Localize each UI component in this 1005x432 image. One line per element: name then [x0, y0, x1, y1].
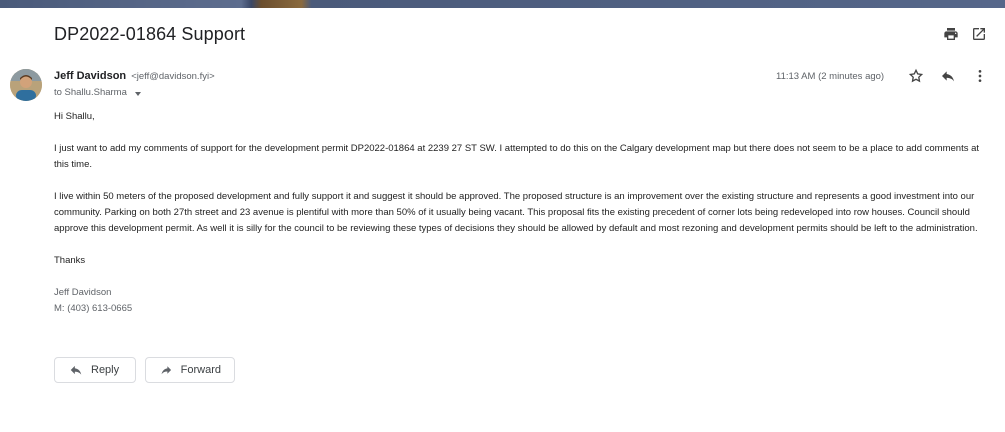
signature-name: Jeff Davidson — [54, 287, 112, 298]
forward-icon — [161, 366, 172, 375]
email-subject: DP2022-01864 Support — [54, 24, 246, 44]
body-paragraph-1: I just want to add my comments of suppor… — [54, 143, 980, 170]
reply-icon[interactable] — [940, 68, 956, 84]
sender-line: Jeff Davidson <jeff@davidson.fyi> — [54, 70, 215, 82]
thread-toolbar — [943, 26, 987, 42]
recipient-text: to Shallu.Sharma — [54, 87, 127, 98]
closing: Thanks — [54, 255, 86, 266]
reply-icon — [70, 365, 82, 375]
top-banner-image — [0, 0, 1005, 8]
sender-name[interactable]: Jeff Davidson — [54, 70, 126, 82]
greeting: Hi Shallu, — [54, 111, 95, 122]
message-toolbar — [908, 68, 988, 84]
more-vertical-icon[interactable] — [972, 68, 988, 84]
forward-label: Forward — [180, 364, 221, 376]
message-timestamp: 11:13 AM (2 minutes ago) — [776, 71, 885, 82]
message-body: Hi Shallu, I just want to add my comment… — [54, 109, 994, 317]
signature-phone: M: (403) 613-0665 — [54, 303, 133, 314]
reply-label: Reply — [91, 364, 120, 376]
signature: Jeff Davidson M: (403) 613-0665 — [54, 285, 994, 317]
reply-button[interactable]: Reply — [54, 357, 136, 383]
chevron-down-icon[interactable] — [134, 91, 141, 96]
recipient-line: to Shallu.Sharma — [54, 87, 141, 98]
star-icon[interactable] — [908, 68, 924, 84]
print-icon[interactable] — [943, 26, 959, 42]
sender-email: <jeff@davidson.fyi> — [131, 71, 215, 82]
open-in-new-icon[interactable] — [971, 26, 987, 42]
forward-button[interactable]: Forward — [145, 357, 235, 383]
reply-actions: Reply Forward — [54, 357, 235, 383]
avatar[interactable] — [10, 69, 42, 101]
body-paragraph-2: I live within 50 meters of the proposed … — [54, 191, 978, 234]
